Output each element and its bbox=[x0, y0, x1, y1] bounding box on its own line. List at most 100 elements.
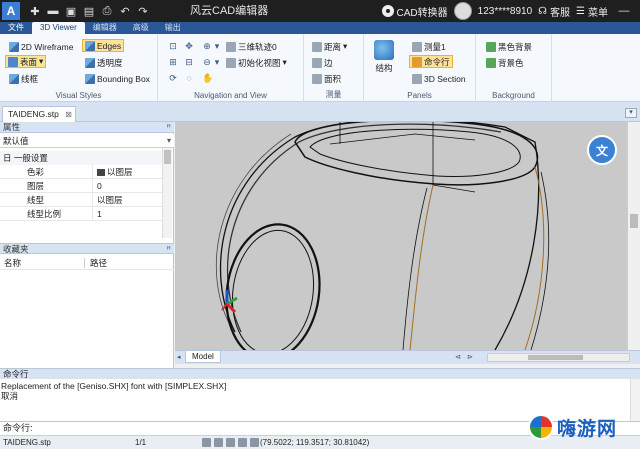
edges-label: Edges bbox=[97, 40, 122, 51]
property-row-color[interactable]: 色彩 以图层 bbox=[0, 165, 162, 179]
command-line-button[interactable]: 命令行 bbox=[409, 55, 453, 68]
scrollbar-thumb[interactable] bbox=[630, 214, 638, 228]
bounding-box-button[interactable]: Bounding Box bbox=[83, 72, 152, 85]
distance-icon bbox=[312, 41, 322, 52]
property-row-linetype[interactable]: 线型 以图层 bbox=[0, 193, 162, 207]
edges-button[interactable]: Edges bbox=[82, 39, 125, 52]
3d-viewport[interactable] bbox=[175, 122, 627, 350]
snap-icon[interactable] bbox=[202, 438, 211, 447]
transparency-icon bbox=[85, 57, 95, 68]
transparency-button[interactable]: 透明度 bbox=[83, 56, 125, 69]
pin-icon[interactable]: ꟸ bbox=[166, 244, 171, 255]
property-row-linetype-scale[interactable]: 线型比例 1 bbox=[0, 207, 162, 221]
tab-editor[interactable]: 编辑器 bbox=[85, 22, 125, 34]
title-bar: A ✚ ▬ ▣ ▤ ⎙ ↶ ↷ 风云CAD编辑器 CAD转换器 123****8… bbox=[0, 0, 640, 22]
minimize-icon[interactable]: — bbox=[614, 0, 634, 22]
undo-icon[interactable]: ↶ bbox=[118, 4, 132, 18]
cad-converter-button[interactable]: CAD转换器 bbox=[381, 4, 448, 19]
zoom-in-icon[interactable]: ⊕ bbox=[202, 41, 212, 51]
section-3d-button[interactable]: 3D Section bbox=[410, 72, 468, 85]
favorites-title: 收藏夹 bbox=[3, 244, 29, 254]
tab-output[interactable]: 输出 bbox=[157, 22, 189, 34]
chevron-down-icon[interactable]: ▾ bbox=[212, 57, 222, 67]
command-prompt-label: 命令行: bbox=[3, 423, 33, 433]
property-group-general[interactable]: 日 一般设置 bbox=[0, 151, 162, 165]
chevron-down-icon: ▾ bbox=[343, 41, 348, 51]
app-logo: A bbox=[2, 2, 20, 20]
pan-icon[interactable]: ✥ bbox=[184, 41, 194, 51]
surface-button[interactable]: 表面 ▾ bbox=[5, 55, 47, 68]
orbit-3d-button[interactable]: 三维轨迹0 bbox=[224, 40, 279, 53]
new-icon[interactable]: ✚ bbox=[28, 4, 42, 18]
menu-button[interactable]: ☰ 菜单 bbox=[576, 4, 608, 19]
column-name[interactable]: 名称 bbox=[4, 256, 21, 270]
command-panel-header: 命令行 bbox=[0, 368, 640, 379]
init-view-button[interactable]: 初始化视图 ▾ bbox=[224, 56, 289, 69]
headset-icon: ☊ bbox=[538, 5, 548, 17]
orbit-icon[interactable]: ◌ bbox=[184, 73, 194, 83]
chevron-down-icon[interactable]: ▾ bbox=[625, 108, 637, 118]
dna-structure-icon bbox=[374, 40, 394, 60]
open-icon[interactable]: ▬ bbox=[46, 4, 60, 18]
converter-icon bbox=[381, 5, 394, 17]
tab-model[interactable]: Model bbox=[185, 351, 221, 363]
structure-button[interactable]: 结构 bbox=[370, 40, 398, 74]
tab-file[interactable]: 文件 bbox=[0, 22, 32, 34]
avatar[interactable] bbox=[453, 2, 472, 20]
wireframe-2d-button[interactable]: 2D Wireframe bbox=[7, 40, 75, 53]
distance-button[interactable]: 距离 ▾ bbox=[310, 40, 349, 53]
zoom-window-icon[interactable]: ⊡ bbox=[168, 41, 178, 51]
area-button[interactable]: 面积 bbox=[310, 72, 343, 85]
edge-button[interactable]: 边 bbox=[310, 56, 335, 69]
translate-icon[interactable]: 文 bbox=[587, 135, 617, 165]
close-icon[interactable]: ⊠ bbox=[65, 108, 72, 122]
viewport-vertical-scrollbar[interactable] bbox=[627, 122, 640, 350]
osnap-icon[interactable] bbox=[250, 438, 259, 447]
tab-nav-icon[interactable]: ◂ bbox=[177, 353, 181, 361]
background-color-button[interactable]: 背景色 bbox=[484, 56, 526, 69]
edges-icon bbox=[85, 40, 95, 51]
extents-icon[interactable]: ⊟ bbox=[184, 57, 194, 67]
scrollbar-thumb[interactable] bbox=[528, 355, 583, 360]
property-key: 线型比例 bbox=[0, 207, 93, 221]
hand-icon[interactable]: ✋ bbox=[202, 73, 213, 83]
redo-icon[interactable]: ↷ bbox=[136, 4, 150, 18]
command-output-line: 取消 bbox=[1, 391, 19, 401]
scroll-right-icon[interactable]: ⊳ bbox=[467, 353, 473, 361]
ribbon-tabs: 文件 3D Viewer 编辑器 高级 输出 bbox=[0, 22, 640, 34]
property-value-text: 以图层 bbox=[107, 167, 133, 177]
service-button[interactable]: ☊ 客服 bbox=[538, 4, 570, 19]
properties-scrollbar[interactable] bbox=[162, 148, 172, 238]
scroll-left-icon[interactable]: ⊲ bbox=[455, 353, 461, 361]
properties-selector[interactable]: 默认值 ▾ bbox=[0, 134, 174, 148]
save-icon[interactable]: ▣ bbox=[64, 4, 78, 18]
lamp-body-outline bbox=[219, 122, 540, 350]
measure1-button[interactable]: 测量1 bbox=[410, 40, 448, 53]
ortho-icon[interactable] bbox=[226, 438, 235, 447]
user-name[interactable]: 123****8910 bbox=[478, 6, 533, 17]
print-icon[interactable]: ⎙ bbox=[100, 4, 114, 18]
bounding-box-label: Bounding Box bbox=[97, 73, 150, 84]
save-as-icon[interactable]: ▤ bbox=[82, 4, 96, 18]
polar-icon[interactable] bbox=[238, 438, 247, 447]
pin-icon[interactable]: ꟸ bbox=[166, 122, 171, 133]
property-row-layer[interactable]: 图层 0 bbox=[0, 179, 162, 193]
rotate-icon[interactable]: ⟳ bbox=[168, 73, 178, 83]
scrollbar-thumb[interactable] bbox=[164, 150, 171, 164]
menu-label: 菜单 bbox=[588, 7, 608, 19]
zoom-out-icon[interactable]: ⊖ bbox=[202, 57, 212, 67]
document-tab[interactable]: TAIDENG.stp ⊠ bbox=[2, 106, 76, 122]
column-divider bbox=[84, 258, 85, 268]
black-background-button[interactable]: 黑色背景 bbox=[484, 40, 534, 53]
tab-3d-viewer[interactable]: 3D Viewer bbox=[32, 22, 85, 34]
chevron-down-icon[interactable]: ▾ bbox=[212, 41, 222, 51]
wireframe-button[interactable]: 线框 bbox=[7, 72, 40, 85]
grid-icon[interactable] bbox=[214, 438, 223, 447]
column-path[interactable]: 路径 bbox=[90, 256, 107, 270]
section-3d-icon bbox=[412, 73, 422, 84]
status-coordinates: (79.5022; 119.3517; 30.81042) bbox=[260, 438, 370, 447]
tab-advanced[interactable]: 高级 bbox=[125, 22, 157, 34]
viewport-horizontal-scrollbar[interactable] bbox=[487, 353, 630, 362]
transparency-label: 透明度 bbox=[97, 57, 123, 68]
fit-icon[interactable]: ⊞ bbox=[168, 57, 178, 67]
